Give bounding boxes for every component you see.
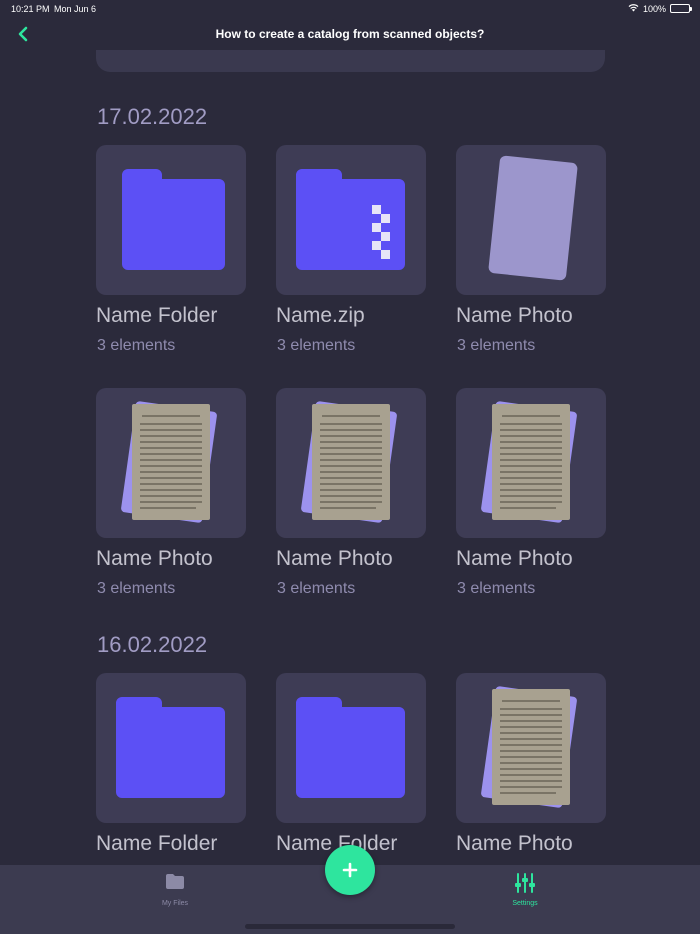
file-tile-folder[interactable] bbox=[96, 673, 246, 823]
file-tile-photo[interactable] bbox=[456, 145, 606, 295]
sliders-icon bbox=[514, 873, 536, 898]
item-name: Name Photo bbox=[456, 304, 573, 327]
file-tile-folder[interactable] bbox=[96, 145, 246, 295]
item-name: Name Folder bbox=[96, 304, 218, 327]
item-count: 3 elements bbox=[277, 580, 356, 597]
tab-my-files[interactable]: My Files bbox=[115, 865, 235, 925]
item-name: Name Photo bbox=[276, 547, 393, 570]
plus-icon bbox=[342, 862, 358, 878]
item-count: 3 elements bbox=[277, 337, 356, 354]
file-tile-photo[interactable] bbox=[456, 673, 606, 823]
file-tile-photo[interactable] bbox=[276, 388, 426, 538]
item-name: Name Photo bbox=[456, 547, 573, 570]
scanned-document-icon bbox=[481, 686, 577, 808]
status-time: 10:21 PM bbox=[11, 4, 50, 14]
item-name: Name Photo bbox=[96, 547, 213, 570]
item-name: Name Folder bbox=[96, 832, 218, 855]
folder-icon bbox=[122, 169, 225, 270]
item-count: 3 elements bbox=[97, 580, 176, 597]
status-right: 100% bbox=[628, 3, 692, 14]
folder-icon bbox=[165, 873, 185, 896]
section-date: 17.02.2022 bbox=[97, 104, 208, 129]
scanned-document-icon bbox=[301, 401, 397, 523]
previous-card bbox=[96, 50, 605, 72]
nav-bar: How to create a catalog from scanned obj… bbox=[0, 18, 700, 50]
folder-icon bbox=[116, 697, 225, 798]
item-name: Name.zip bbox=[276, 304, 365, 327]
file-tile-photo[interactable] bbox=[96, 388, 246, 538]
home-indicator bbox=[245, 924, 455, 929]
status-bar: 10:21 PM Mon Jun 6 100% bbox=[0, 0, 700, 18]
item-name: Name Photo bbox=[456, 832, 573, 855]
battery-icon bbox=[670, 4, 692, 13]
item-count: 3 elements bbox=[457, 580, 536, 597]
page-title: How to create a catalog from scanned obj… bbox=[215, 27, 485, 41]
scanned-document-icon bbox=[121, 401, 217, 523]
scanned-document-icon bbox=[481, 401, 577, 523]
status-date: Mon Jun 6 bbox=[54, 4, 97, 14]
add-button[interactable] bbox=[325, 845, 375, 895]
item-count: 3 elements bbox=[457, 337, 536, 354]
section-date: 16.02.2022 bbox=[97, 632, 208, 657]
tab-settings[interactable]: Settings bbox=[465, 865, 585, 925]
file-tile-photo[interactable] bbox=[456, 388, 606, 538]
photo-placeholder-icon bbox=[488, 155, 578, 281]
item-count: 3 elements bbox=[97, 337, 176, 354]
battery-percent: 100% bbox=[642, 3, 666, 14]
file-tile-folder[interactable] bbox=[276, 673, 426, 823]
folder-icon bbox=[296, 697, 405, 798]
tab-label: Settings bbox=[512, 900, 538, 907]
wifi-icon bbox=[628, 3, 639, 14]
zip-folder-icon bbox=[296, 169, 405, 270]
tab-label: My Files bbox=[161, 900, 189, 907]
file-tile-zip[interactable] bbox=[276, 145, 426, 295]
